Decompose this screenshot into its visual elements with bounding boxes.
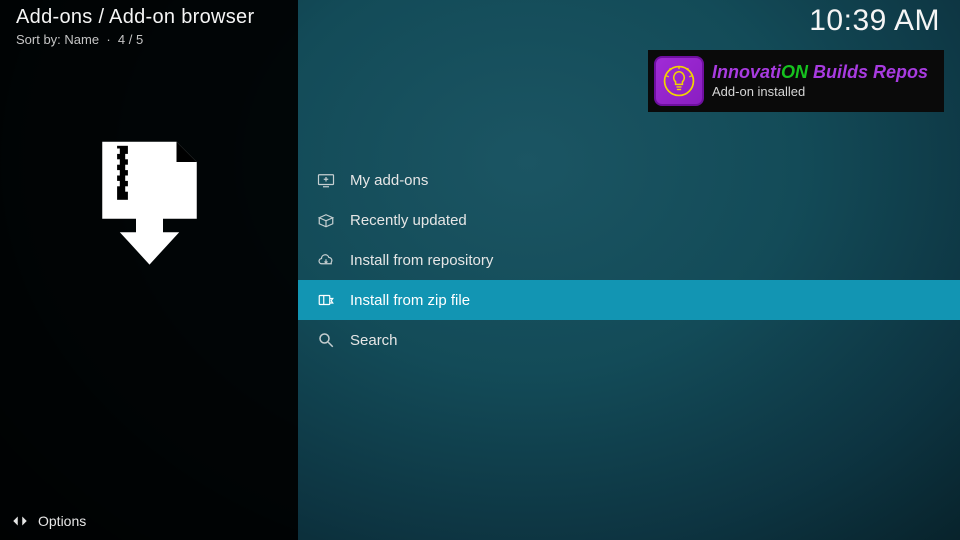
clock: 10:39 AM: [809, 4, 940, 38]
menu-item-label: Install from zip file: [350, 292, 470, 309]
menu-item-label: Install from repository: [350, 252, 493, 269]
sort-info: Sort by: Name · 4 / 5: [16, 32, 143, 47]
sort-label: Sort by: Name: [16, 32, 99, 47]
menu-item-install-zip[interactable]: Install from zip file: [298, 280, 960, 320]
position-indicator: 4 / 5: [118, 32, 143, 47]
toast-title-part3: Builds Repos: [808, 63, 928, 82]
toast-title-part1: Innovati: [712, 63, 781, 82]
tv-plus-icon: [316, 170, 336, 190]
options-arrows-icon: [10, 511, 30, 531]
toast-subtitle: Add-on installed: [712, 84, 940, 99]
toast-body: InnovatiON Builds Repos Add-on installed: [712, 63, 940, 100]
footer-options-label: Options: [38, 513, 86, 529]
zip-download-icon: [82, 135, 217, 270]
toast-title: InnovatiON Builds Repos: [712, 63, 940, 83]
menu-item-my-addons[interactable]: My add-ons: [298, 160, 960, 200]
menu-item-search[interactable]: Search: [298, 320, 960, 360]
menu-item-label: Recently updated: [350, 212, 467, 229]
breadcrumb: Add-ons / Add-on browser: [16, 6, 254, 29]
sort-separator: ·: [103, 32, 118, 47]
sidebar-panel: Add-ons / Add-on browser Sort by: Name ·…: [0, 0, 298, 540]
menu-item-label: My add-ons: [350, 172, 428, 189]
search-icon: [316, 330, 336, 350]
menu-item-label: Search: [350, 332, 398, 349]
zip-package-icon: [316, 290, 336, 310]
cloud-download-icon: [316, 250, 336, 270]
lightbulb-icon: [654, 56, 704, 106]
notification-toast: InnovatiON Builds Repos Add-on installed: [648, 50, 944, 112]
toast-title-part2: ON: [781, 63, 808, 82]
menu-item-recently-updated[interactable]: Recently updated: [298, 200, 960, 240]
footer-options[interactable]: Options: [0, 502, 86, 540]
menu-item-install-repository[interactable]: Install from repository: [298, 240, 960, 280]
menu-list: My add-ons Recently updated Install from…: [298, 160, 960, 360]
open-box-icon: [316, 210, 336, 230]
